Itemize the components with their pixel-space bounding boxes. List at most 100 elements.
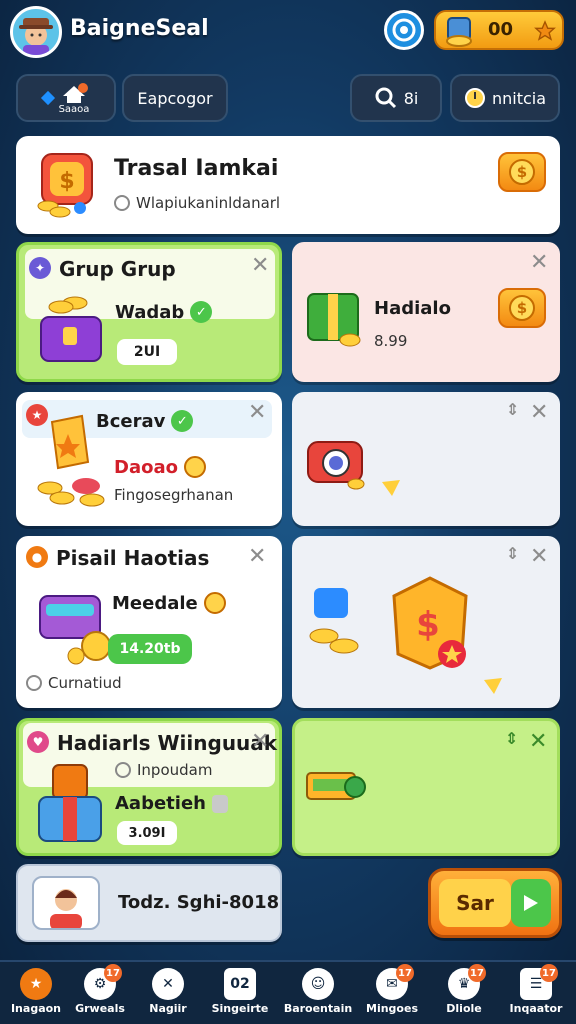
gold-coin-icon bbox=[203, 592, 226, 614]
sparkle-icon bbox=[484, 678, 502, 694]
clock-icon bbox=[464, 88, 485, 108]
start-button-label: Sar bbox=[439, 879, 511, 927]
star-shield-icon: $ bbox=[392, 576, 468, 670]
card-pisail-item: Meedale bbox=[112, 592, 198, 614]
coin-value: 00 bbox=[488, 19, 514, 40]
nav-item-nagiir[interactable]: ✕ Nagiir bbox=[132, 962, 204, 1024]
nav-label: Inagaon bbox=[10, 1002, 62, 1015]
cash-bundle-icon bbox=[306, 772, 366, 800]
card-pisail-close-icon[interactable]: ✕ bbox=[248, 544, 266, 569]
nav-item-inagaon[interactable]: ★ Inagaon bbox=[0, 962, 72, 1024]
sparkle-icon bbox=[382, 480, 400, 496]
user-avatar[interactable] bbox=[10, 6, 62, 58]
check-badge-icon: ✓ bbox=[171, 410, 194, 432]
treasure-chest-icon bbox=[40, 296, 102, 362]
shield-icon bbox=[211, 794, 228, 813]
nav-badge: 17 bbox=[468, 964, 486, 982]
dollar-coin-icon: $ bbox=[509, 159, 535, 185]
treasure-box-icon: $ bbox=[37, 153, 93, 218]
card-grup-item-row: Wadab ✓ bbox=[115, 301, 213, 323]
card-grup-close-icon[interactable]: ✕ bbox=[251, 253, 269, 278]
profile-card[interactable]: Todz. Sghi-8018 bbox=[16, 864, 282, 942]
banner-subtitle-row: Wlapiukaninldanarl bbox=[114, 194, 280, 212]
calendar-nav-icon: 02 bbox=[224, 968, 256, 1000]
nav-item-grweals[interactable]: ⚙ 17 Grweals bbox=[64, 962, 136, 1024]
trophy-coins-icon bbox=[37, 414, 105, 507]
banner-subtitle: Wlapiukaninldanarl bbox=[136, 194, 281, 212]
gold-coin-icon bbox=[183, 456, 206, 478]
crossed-swords-nav-icon: ✕ bbox=[152, 968, 184, 1000]
nav-item-mingoes[interactable]: ✉ 17 Mingoes bbox=[356, 962, 428, 1024]
coins-stack-icon bbox=[309, 588, 359, 654]
target-icon bbox=[392, 18, 416, 42]
coin-balance[interactable]: 00 bbox=[434, 10, 564, 50]
expand-icon[interactable]: ⇕ bbox=[506, 544, 519, 563]
nav-badge: 17 bbox=[104, 964, 122, 982]
card-camera-close-icon[interactable]: ✕ bbox=[530, 400, 548, 425]
card-hadiarls-item-row: Aabetieh bbox=[115, 793, 228, 814]
person-avatar-icon bbox=[50, 889, 82, 928]
target-button[interactable] bbox=[384, 10, 424, 50]
card-pisail-title: Pisail Haotias bbox=[56, 546, 210, 570]
profile-avatar bbox=[32, 876, 100, 930]
card-bcerav[interactable]: ★ Bcerav ✓ ✕ Daoao Fingosegrhanan bbox=[16, 392, 282, 526]
search-icon bbox=[375, 87, 396, 109]
nav-badge: 17 bbox=[396, 964, 414, 982]
banner-coin-button[interactable]: $ bbox=[498, 152, 546, 192]
filter-nnitcia[interactable]: nnitcia bbox=[450, 74, 560, 122]
card-hadiarls[interactable]: ♥ Hadiarls Wiinguuak ✕ Inpoudam Aabetieh… bbox=[16, 718, 282, 856]
info-icon bbox=[115, 762, 131, 778]
play-icon bbox=[511, 879, 551, 927]
card-cash-close-icon[interactable]: ✕ bbox=[529, 729, 547, 754]
card-pisail-amount: 14.20tb bbox=[108, 634, 192, 664]
expand-icon[interactable]: ⇕ bbox=[506, 400, 519, 419]
card-grup-count: 2UI bbox=[117, 339, 177, 365]
card-cash[interactable]: ⇕ ✕ bbox=[292, 718, 560, 856]
tag-icon: ✦ bbox=[29, 257, 51, 279]
card-hadialo-price: 8.99 bbox=[374, 332, 408, 350]
card-bcerav-close-icon[interactable]: ✕ bbox=[248, 400, 266, 425]
camera-icon bbox=[307, 441, 365, 490]
fire-icon: ● bbox=[26, 546, 48, 568]
card-star-reward-close-icon[interactable]: ✕ bbox=[530, 544, 548, 569]
nav-label: Dliole bbox=[446, 1002, 482, 1015]
card-pisail-note-row: Curnatiud bbox=[26, 674, 122, 692]
filter-eapcogor[interactable]: Eapcogor bbox=[122, 74, 228, 122]
card-hadiarls-sub-row: Inpoudam bbox=[115, 761, 212, 779]
svg-text:$: $ bbox=[416, 605, 440, 645]
check-badge-icon: ✓ bbox=[190, 301, 213, 323]
profile-label: Todz. Sghi-8018 bbox=[118, 892, 280, 913]
diamond-icon bbox=[40, 90, 55, 106]
bottom-navigation: ★ Inagaon ⚙ 17 Grweals ✕ Nagiir 02 Singe… bbox=[0, 960, 576, 1024]
card-grup[interactable]: ✦ Grup Grup ✕ Wadab ✓ 2UI bbox=[16, 242, 282, 382]
nav-item-baroentain[interactable]: ☺ Baroentain bbox=[282, 962, 354, 1024]
card-pisail[interactable]: ● Pisail Haotias ✕ Meedale 14.20tb Curna… bbox=[16, 536, 282, 708]
top-bar: BaigneSeal 00 bbox=[0, 0, 576, 64]
card-hadialo-item: Hadialo bbox=[374, 298, 451, 319]
filter-nnitcia-label: nnitcia bbox=[491, 88, 547, 108]
gift-box-icon bbox=[307, 293, 361, 347]
nav-label: Mingoes bbox=[366, 1002, 418, 1015]
nav-badge: 17 bbox=[540, 964, 558, 982]
nav-label: Baroentain bbox=[283, 1002, 353, 1015]
start-button[interactable]: Sar bbox=[428, 868, 562, 938]
star-nav-icon: ★ bbox=[20, 968, 52, 1000]
featured-banner[interactable]: $ Trasal Iamkai Wlapiukaninldanarl $ bbox=[16, 136, 560, 234]
nav-label: Singeirte bbox=[211, 1002, 269, 1015]
card-pisail-item-row: Meedale bbox=[112, 592, 226, 614]
nav-item-singeirte[interactable]: 02 Singeirte bbox=[204, 962, 276, 1024]
card-hadiarls-count: 3.09I bbox=[117, 821, 177, 845]
banner-title: Trasal Iamkai bbox=[114, 156, 279, 181]
card-hadialo-close-icon[interactable]: ✕ bbox=[530, 250, 548, 275]
nav-item-inqaator[interactable]: ☰ 17 Inqaator bbox=[500, 962, 572, 1024]
card-hadialo-buy-button[interactable]: $ bbox=[498, 288, 546, 328]
card-camera[interactable]: ⇕ ✕ bbox=[292, 392, 560, 526]
card-hadiarls-close-icon[interactable]: ✕ bbox=[251, 729, 269, 754]
filter-saaoa[interactable]: Saaoa bbox=[16, 74, 116, 122]
expand-icon[interactable]: ⇕ bbox=[505, 729, 518, 748]
filter-search[interactable]: 8i bbox=[350, 74, 442, 122]
card-star-reward[interactable]: ⇕ ✕ $ bbox=[292, 536, 560, 708]
card-hadialo[interactable]: ✕ Hadialo 8.99 $ bbox=[292, 242, 560, 382]
nav-item-dliole[interactable]: ♛ 17 Dliole bbox=[428, 962, 500, 1024]
filter-saaoa-label: Saaoa bbox=[58, 103, 90, 115]
